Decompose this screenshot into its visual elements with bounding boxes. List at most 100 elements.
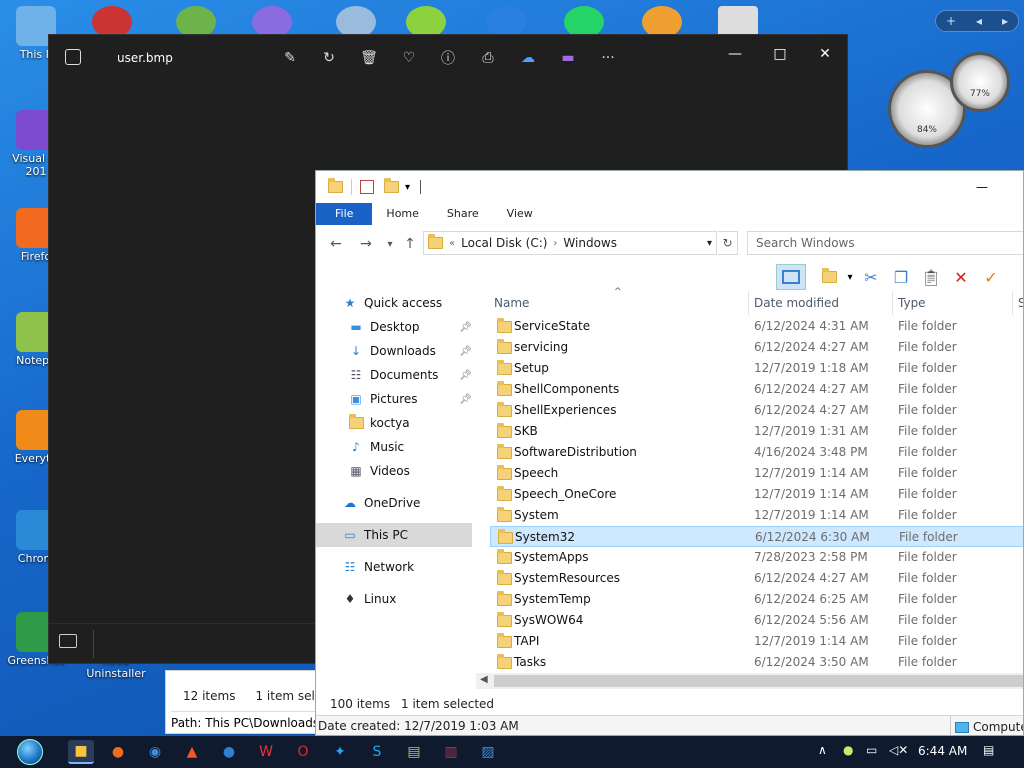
up-button[interactable]: ↑ [400,233,420,255]
forward-button[interactable]: → [356,233,376,255]
video-icon[interactable]: ▬ [557,47,579,69]
breadcrumb-drive[interactable]: Local Disk (C:) [461,236,547,250]
table-row[interactable]: ServiceState 6/12/2024 4:31 AM File folder [490,316,1023,337]
paste-icon[interactable]: 📋︎ [916,264,946,290]
minimize-button[interactable]: — [715,39,755,69]
scrollbar-thumb[interactable] [494,675,1023,687]
heart-icon[interactable]: ♡ [398,47,420,69]
cut-icon[interactable]: ✂ [856,264,886,290]
sidebar-item-this-pc[interactable]: ▭ This PC [316,523,472,547]
table-row[interactable]: Setup 12/7/2019 1:18 AM File folder [490,358,1023,379]
start-button[interactable] [10,739,50,765]
sidebar-item-downloads[interactable]: ↓ Downloads 📌︎ [316,339,472,363]
sidebar-item-linux[interactable]: ♦ Linux [316,587,472,611]
table-row[interactable]: Speech 12/7/2019 1:14 AM File folder [490,463,1023,484]
chrome-taskbar-icon[interactable]: ◉ [142,740,168,764]
sidebar-item-documents[interactable]: ☷ Documents 📌︎ [316,363,472,387]
table-row[interactable]: SystemTemp 6/12/2024 6:25 AM File folder [490,589,1023,610]
more-icon[interactable]: ··· [597,47,619,69]
column-type[interactable]: Type [898,296,926,310]
recent-locations-icon[interactable]: ▾ [380,233,400,255]
tab-file[interactable]: File [316,203,373,225]
delete-icon[interactable]: 🗑︎ [358,47,380,69]
maximize-button[interactable]: □ [760,39,800,69]
table-row[interactable]: SKB 12/7/2019 1:31 AM File folder [490,421,1023,442]
rotate-icon[interactable]: ↻ [318,47,340,69]
edit-icon[interactable]: ✎ [279,47,301,69]
brave-taskbar-icon[interactable]: ▲ [179,740,205,764]
clock[interactable]: 6:44 AM [918,744,967,758]
scroll-left-icon[interactable]: ◀ [480,674,488,685]
tab-view[interactable]: View [493,203,547,225]
sidebar-item-desktop[interactable]: ▬ Desktop 📌︎ [316,315,472,339]
sidebar-item-pictures[interactable]: ▣ Pictures 📌︎ [316,387,472,411]
table-row[interactable]: System32 6/12/2024 6:30 AM File folder [490,526,1023,547]
preview-pane-icon[interactable] [776,264,806,290]
chevron-down-icon[interactable]: ▾ [707,238,712,249]
table-row[interactable]: SystemApps 7/28/2023 2:58 PM File folder [490,547,1023,568]
show-hidden-icons[interactable]: ∧ [818,743,827,757]
search-input[interactable]: Search Windows [747,231,1023,255]
close-button[interactable]: ✕ [805,39,845,69]
new-folder-icon[interactable] [384,178,399,193]
network-tray-icon[interactable]: ▭ [866,743,877,757]
copy-icon[interactable]: ❐ [886,264,916,290]
table-row[interactable]: SoftwareDistribution 4/16/2024 3:48 PM Fil… [490,442,1023,463]
date-modified: 6/12/2024 4:27 AM [754,382,869,396]
refresh-button[interactable]: ↻ [718,231,738,255]
tab-share[interactable]: Share [433,203,493,225]
notepad-taskbar-icon[interactable]: ▤ [401,740,427,764]
delete-icon[interactable]: ✕ [946,264,976,290]
info-icon[interactable]: ⓘ [437,47,459,69]
skype-taskbar-icon[interactable]: S [364,740,390,764]
sidebar-item-videos[interactable]: ▦ Videos [316,459,472,483]
table-row[interactable]: ShellComponents 6/12/2024 4:27 AM File fol… [490,379,1023,400]
photos-taskbar-icon[interactable]: ▨ [475,740,501,764]
winrar-taskbar-icon[interactable]: ▥ [438,740,464,764]
sidebar-item-onedrive[interactable]: ☁ OneDrive [316,491,472,515]
filmstrip-icon[interactable] [59,634,77,648]
table-row[interactable]: Tasks 6/12/2024 3:50 AM File folder [490,652,1023,673]
column-size[interactable]: S [1018,296,1023,310]
wps-taskbar-icon[interactable]: W [253,740,279,764]
notification-icon[interactable]: ▤ [983,743,994,757]
column-date-modified[interactable]: Date modified [754,296,839,310]
sidebar-item-quick-access[interactable]: ★ Quick access [316,291,472,315]
vscode-taskbar-icon[interactable]: ✦ [327,740,353,764]
address-bar[interactable]: « Local Disk (C:) › Windows ▾ [423,231,717,255]
sidebar-item-music[interactable]: ♪ Music [316,435,472,459]
table-row[interactable]: System 12/7/2019 1:14 AM File folder [490,505,1023,526]
explorer-taskbar-icon[interactable]: ■ [68,740,94,764]
volume-muted-icon[interactable]: ◁✕ [889,743,908,757]
chevron-down-icon[interactable]: ▾ [844,264,856,290]
app-tray-icon[interactable]: ● [843,743,853,757]
file-name: TAPI [514,634,540,648]
horizontal-scrollbar[interactable]: ◀ [476,673,1023,689]
breadcrumb-folder[interactable]: Windows [563,236,617,250]
chevron-down-icon[interactable]: ▾ [405,182,410,193]
print-icon[interactable]: ⎙ [477,47,499,69]
table-row[interactable]: SysWOW64 6/12/2024 5:56 AM File folder [490,610,1023,631]
column-name[interactable]: Name [494,296,529,310]
new-folder-icon[interactable] [814,264,844,290]
photos-titlebar: user.bmp ✎ ↻ 🗑︎ ♡ ⓘ ⎙ ☁ ▬ ··· — □ ✕ [49,35,847,81]
table-row[interactable]: TAPI 12/7/2019 1:14 AM File folder [490,631,1023,652]
properties-icon[interactable] [360,180,374,194]
chevron-right-icon: › [553,237,558,249]
tab-home[interactable]: Home [372,203,432,225]
table-row[interactable]: ShellExperiences 6/12/2024 4:27 AM File fo… [490,400,1023,421]
browser-taskbar-icon[interactable]: ● [216,740,242,764]
table-row[interactable]: servicing 6/12/2024 4:27 AM File folder [490,337,1023,358]
table-row[interactable]: Speech_OneCore 12/7/2019 1:14 AM File fold… [490,484,1023,505]
onedrive-icon[interactable]: ☁ [517,47,539,69]
table-row[interactable]: SystemResources 6/12/2024 4:27 AM File fol… [490,568,1023,589]
sidebar-item-label: Network [364,560,415,574]
minimize-button[interactable]: — [976,180,988,194]
rename-icon[interactable]: ✓ [976,264,1006,290]
sidebar-item-network[interactable]: ☷ Network [316,555,472,579]
sidebar-gadget-controls[interactable]: + ◂ ▸ [935,10,1019,32]
sidebar-item-koctya[interactable]: koctya [316,411,472,435]
opera-taskbar-icon[interactable]: O [290,740,316,764]
back-button[interactable]: ← [326,233,346,255]
firefox-taskbar-icon[interactable]: ● [105,740,131,764]
